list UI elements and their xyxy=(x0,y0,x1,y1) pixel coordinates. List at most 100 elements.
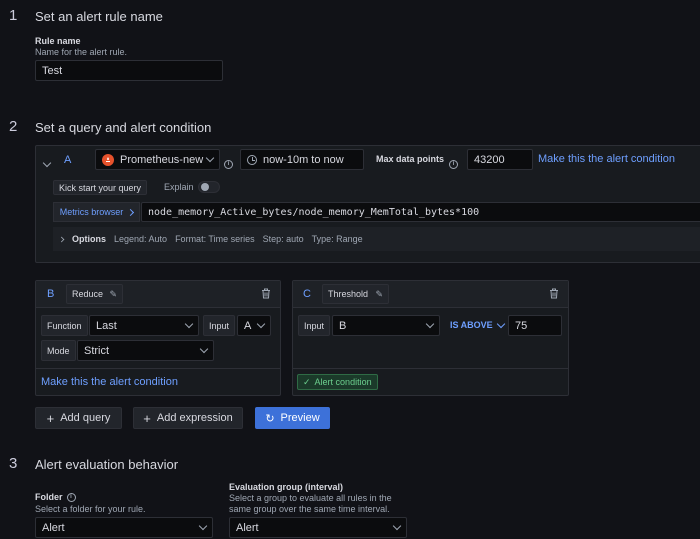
alert-condition-badge: ✓ Alert condition xyxy=(297,374,378,390)
add-expression-button[interactable]: + Add expression xyxy=(133,407,243,429)
make-alert-condition-link-a[interactable]: Make this the alert condition xyxy=(538,153,675,165)
chevron-down-icon xyxy=(392,521,402,531)
section-title-evaluation: Alert evaluation behavior xyxy=(35,457,179,472)
promql-query-editor[interactable]: node_memory_Active_bytes/node_memory_Mem… xyxy=(141,202,700,222)
function-value: Last xyxy=(96,319,117,332)
step-number-3: 3 xyxy=(9,455,18,472)
options-legend: Legend: Auto xyxy=(114,234,168,244)
chevron-down-icon xyxy=(496,319,505,328)
datasource-picker[interactable]: Prometheus-new xyxy=(95,149,220,170)
add-query-label: Add query xyxy=(60,412,111,424)
expression-type-reduce[interactable]: Reduce ✎ xyxy=(66,284,123,304)
evaluation-group-value: Alert xyxy=(236,521,259,534)
metrics-browser-button[interactable]: Metrics browser xyxy=(53,202,140,222)
chevron-right-icon xyxy=(127,208,135,216)
check-icon: ✓ xyxy=(303,376,311,387)
metrics-browser-label: Metrics browser xyxy=(59,207,124,217)
section-title-rule-name: Set an alert rule name xyxy=(35,9,163,24)
alert-condition-label: Alert condition xyxy=(314,377,372,387)
kick-start-query-button[interactable]: Kick start your query xyxy=(53,180,148,195)
folder-label: Folder xyxy=(35,492,63,502)
datasource-info-icon[interactable]: i xyxy=(224,154,233,169)
time-range-value: now-10m to now xyxy=(263,153,344,166)
folder-description: Select a folder for your rule. xyxy=(35,504,146,514)
expression-ref-id-c[interactable]: C xyxy=(303,288,311,300)
pencil-icon: ✎ xyxy=(109,288,117,299)
mode-select[interactable]: Strict xyxy=(77,340,214,361)
expression-ref-id-b[interactable]: B xyxy=(47,288,54,300)
plus-icon: + xyxy=(46,410,55,426)
max-data-points-input[interactable]: 43200 xyxy=(467,149,533,170)
max-data-points-value: 43200 xyxy=(474,153,505,166)
options-label: Options xyxy=(72,234,106,244)
prometheus-logo-icon xyxy=(102,153,114,166)
preview-label: Preview xyxy=(280,412,320,424)
folder-label-row: Folder i xyxy=(35,492,76,502)
input-select-c[interactable]: B xyxy=(332,315,440,336)
mode-value: Strict xyxy=(84,344,110,357)
input-label-c: Input xyxy=(298,315,331,336)
rule-name-label: Rule name xyxy=(35,36,81,46)
rule-name-value: Test xyxy=(42,64,63,77)
query-options-row[interactable]: Options Legend: Auto Format: Time series… xyxy=(53,227,700,251)
step-number-2: 2 xyxy=(9,118,18,135)
trash-icon xyxy=(550,288,558,299)
divider xyxy=(293,368,568,369)
chevron-down-icon xyxy=(256,319,266,329)
input-select-b[interactable]: A xyxy=(237,315,271,336)
rule-name-input[interactable]: Test xyxy=(35,60,223,81)
evaluation-group-select[interactable]: Alert xyxy=(229,517,407,538)
evaluation-group-label: Evaluation group (interval) xyxy=(229,482,344,492)
evaluation-group-description: Select a group to evaluate all rules in … xyxy=(229,493,392,514)
expression-type-label: Reduce xyxy=(72,289,104,299)
chevron-down-icon xyxy=(42,158,52,168)
add-expression-label: Add expression xyxy=(156,412,233,424)
explain-toggle[interactable] xyxy=(198,181,220,193)
options-format: Format: Time series xyxy=(175,234,255,244)
add-query-button[interactable]: + Add query xyxy=(35,407,122,429)
step-number-1: 1 xyxy=(9,7,18,24)
mode-label: Mode xyxy=(41,340,76,361)
expression-type-label: Threshold xyxy=(328,289,369,299)
max-data-points-label: Max data points xyxy=(376,154,445,164)
delete-expression-b-button[interactable] xyxy=(261,288,271,302)
explain-label: Explain xyxy=(164,182,194,192)
function-select[interactable]: Last xyxy=(89,315,199,336)
query-ref-id-a[interactable]: A xyxy=(64,154,71,166)
refresh-icon: ↻ xyxy=(265,412,275,425)
trash-icon xyxy=(262,288,270,299)
rule-name-description: Name for the alert rule. xyxy=(35,47,128,57)
promql-expression: node_memory_Active_bytes/node_memory_Mem… xyxy=(148,206,480,218)
threshold-value: 75 xyxy=(515,319,528,332)
collapse-query-a-toggle[interactable] xyxy=(42,155,52,169)
max-data-points-info-icon[interactable]: i xyxy=(449,154,458,169)
chevron-down-icon xyxy=(184,319,194,329)
function-label: Function xyxy=(41,315,88,336)
chevron-down-icon xyxy=(199,344,209,354)
input-value-b: A xyxy=(244,319,252,332)
delete-expression-c-button[interactable] xyxy=(549,288,559,302)
expression-type-threshold[interactable]: Threshold ✎ xyxy=(322,284,389,304)
info-icon[interactable]: i xyxy=(66,492,76,502)
options-step: Step: auto xyxy=(262,234,304,244)
folder-select[interactable]: Alert xyxy=(35,517,213,538)
time-range-picker[interactable]: now-10m to now xyxy=(240,149,364,170)
preview-button[interactable]: ↻ Preview xyxy=(255,407,330,429)
section-title-query: Set a query and alert condition xyxy=(35,120,212,135)
threshold-value-input[interactable]: 75 xyxy=(508,315,562,336)
folder-value: Alert xyxy=(42,521,65,534)
pencil-icon: ✎ xyxy=(375,288,383,299)
datasource-name: Prometheus-new xyxy=(120,153,204,166)
threshold-operator-value: IS ABOVE xyxy=(450,320,493,330)
threshold-operator-select[interactable]: IS ABOVE xyxy=(450,319,505,330)
input-value-c: B xyxy=(339,319,347,332)
make-alert-condition-link-b[interactable]: Make this the alert condition xyxy=(41,376,178,388)
options-type: Type: Range xyxy=(311,234,363,244)
chevron-down-icon xyxy=(198,521,208,531)
chevron-right-icon xyxy=(58,236,65,242)
plus-icon: + xyxy=(143,410,151,426)
chevron-down-icon xyxy=(205,153,215,163)
chevron-down-icon xyxy=(425,319,435,329)
clock-icon xyxy=(247,154,257,165)
input-label-b: Input xyxy=(203,315,236,336)
